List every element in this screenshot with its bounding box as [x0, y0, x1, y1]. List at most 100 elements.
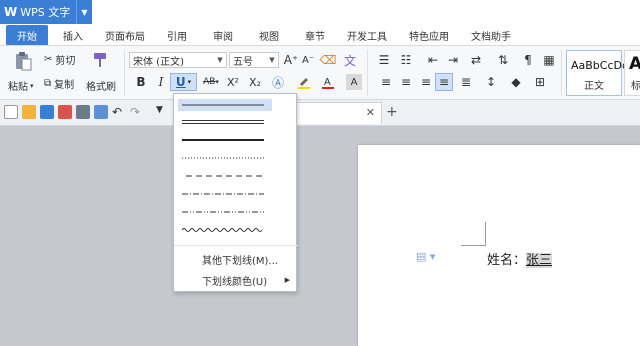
more-underlines-item[interactable]: 其他下划线(M)... — [174, 250, 298, 268]
underline-option-double[interactable] — [182, 116, 272, 128]
menu-separator — [174, 245, 298, 246]
app-menu-button[interactable]: W WPS 文字 ▼ — [0, 0, 92, 24]
format-painter-icon[interactable] — [90, 50, 110, 70]
italic-button[interactable]: I — [153, 74, 169, 90]
shading-icon[interactable]: ◆ — [508, 74, 524, 90]
copy-label: 复制 — [54, 80, 75, 91]
borders-icon[interactable]: ⊞ — [532, 74, 548, 90]
copy-button[interactable]: ⧉ 复制 — [44, 76, 74, 91]
customize-toolbar-chevron-icon[interactable]: ▼ — [156, 105, 170, 119]
app-menu-chevron-icon[interactable]: ▼ — [76, 0, 92, 24]
highlight-color-button[interactable] — [296, 74, 312, 90]
style-sample: Aa — [629, 54, 640, 74]
underline-label: U — [175, 75, 186, 89]
char-shading-icon[interactable]: A — [346, 74, 362, 90]
chevron-down-icon: ▼ — [217, 56, 223, 64]
align-right-icon[interactable]: ≡ — [418, 74, 434, 90]
wps-logo-icon: W — [4, 5, 18, 19]
align-left-icon[interactable]: ≡ — [378, 74, 394, 90]
sort-icon[interactable]: ⇅ — [495, 52, 511, 68]
underline-option-dash-dot[interactable] — [182, 188, 272, 200]
underline-option-wavy[interactable] — [182, 224, 272, 236]
shrink-font-icon[interactable]: A⁻ — [300, 52, 316, 68]
tab-page-layout[interactable]: 页面布局 — [94, 25, 156, 45]
phonetic-icon[interactable]: 文 — [342, 52, 358, 68]
document-page[interactable] — [358, 145, 640, 346]
numbering-icon[interactable]: ☷ — [398, 52, 414, 68]
new-tab-plus-icon[interactable]: + — [386, 104, 398, 120]
margin-corner-mark — [461, 245, 485, 246]
export-pdf-icon[interactable] — [58, 105, 72, 119]
title-bar: W WPS 文字 ▼ — [0, 0, 640, 26]
document-text-line[interactable]: 姓名：张三 — [487, 249, 553, 268]
cut-label: 剪切 — [55, 56, 76, 67]
app-name: WPS 文字 — [20, 6, 71, 19]
grow-font-icon[interactable]: A⁺ — [283, 52, 299, 68]
underline-style-menu: 其他下划线(M)... 下划线颜色(U) ▶ — [173, 93, 298, 292]
ribbon-home: 粘贴 ▾ ✂ 剪切 ⧉ 复制 格式刷 宋体 (正文) ▼ 五号 ▼ A⁺ A⁻ ⌫ 文 B… — [0, 46, 640, 100]
bold-button[interactable]: B — [133, 74, 149, 90]
paragraph-layout-icon[interactable]: ▤ ▾ — [416, 250, 435, 263]
underline-option-dashed[interactable] — [182, 170, 272, 182]
chevron-down-icon: ▾ — [187, 78, 192, 86]
underline-option-single[interactable] — [178, 99, 272, 111]
open-folder-icon[interactable] — [22, 105, 36, 119]
font-color-button[interactable]: A — [320, 74, 336, 90]
justify-icon[interactable]: ≡ — [435, 73, 453, 91]
strikethrough-label: AB — [203, 77, 216, 87]
paste-button[interactable]: 粘贴 ▾ — [8, 78, 34, 94]
ribbon-separator — [561, 50, 562, 96]
distribute-icon[interactable]: ≣ — [458, 74, 474, 90]
decrease-indent-icon[interactable]: ⇤ — [425, 52, 441, 68]
show-marks-icon[interactable]: ¶ — [520, 52, 536, 68]
tab-developer[interactable]: 开发工具 — [336, 25, 398, 45]
bullets-icon[interactable]: ☰ — [376, 52, 392, 68]
tab-insert[interactable]: 插入 — [52, 25, 94, 45]
print-icon[interactable] — [76, 105, 90, 119]
tab-home[interactable]: 开始 — [6, 25, 48, 45]
format-painter-button[interactable]: 格式刷 — [86, 78, 116, 93]
underline-color-item[interactable]: 下划线颜色(U) ▶ — [174, 271, 298, 289]
style-name: 标 — [631, 81, 640, 92]
underline-option-dash-dot-dot[interactable] — [182, 206, 272, 218]
font-name-combo[interactable]: 宋体 (正文) ▼ — [129, 52, 227, 68]
cut-button[interactable]: ✂ 剪切 — [44, 52, 75, 67]
style-heading[interactable]: Aa 标 — [624, 50, 640, 96]
underline-button[interactable]: U ▾ — [170, 73, 197, 91]
wps-writer-window: W WPS 文字 ▼ 开始 插入 页面布局 引用 审阅 视图 章节 开发工具 特… — [0, 0, 640, 346]
paste-icon[interactable] — [12, 50, 34, 72]
line-spacing-icon[interactable]: ↕ — [483, 74, 499, 90]
undo-icon[interactable]: ↶ — [112, 105, 126, 119]
redo-icon[interactable]: ↷ — [130, 105, 144, 119]
style-normal[interactable]: AaBbCcDd 正文 — [566, 50, 629, 96]
scissors-icon: ✂ — [44, 54, 53, 65]
name-value-selected[interactable]: 张三 — [526, 253, 553, 268]
align-center-icon[interactable]: ≡ — [398, 74, 414, 90]
increase-indent-icon[interactable]: ⇥ — [445, 52, 461, 68]
ribbon-separator — [124, 50, 125, 96]
tab-special[interactable]: 特色应用 — [398, 25, 460, 45]
ribbon-tabs: 开始 插入 页面布局 引用 审阅 视图 章节 开发工具 特色应用 文档助手 — [0, 25, 640, 46]
text-effect-icon[interactable]: Ⓐ — [270, 74, 286, 90]
tab-view[interactable]: 视图 — [248, 25, 290, 45]
tab-doc-assistant[interactable]: 文档助手 — [460, 25, 522, 45]
underline-option-thick[interactable] — [182, 134, 272, 146]
underline-color-label: 下划线颜色(U) — [202, 276, 268, 288]
table-grid-icon[interactable]: ▦ — [541, 52, 557, 68]
subscript-button[interactable]: X₂ — [246, 74, 264, 90]
print-preview-icon[interactable] — [94, 105, 108, 119]
clear-format-icon[interactable]: ⌫ — [320, 52, 337, 68]
svg-text:A: A — [324, 77, 331, 88]
font-size-combo[interactable]: 五号 ▼ — [229, 52, 279, 68]
document-tab[interactable]: ✕ — [290, 102, 382, 124]
save-icon[interactable] — [40, 105, 54, 119]
close-icon[interactable]: ✕ — [366, 106, 375, 119]
strikethrough-button[interactable]: AB ▾ — [199, 74, 223, 90]
new-doc-icon[interactable] — [4, 105, 18, 119]
chinese-layout-icon[interactable]: ⇄ — [468, 52, 484, 68]
tab-chapter[interactable]: 章节 — [294, 25, 336, 45]
underline-option-dotted[interactable] — [182, 152, 272, 164]
superscript-button[interactable]: X² — [224, 74, 242, 90]
tab-review[interactable]: 审阅 — [202, 25, 244, 45]
tab-references[interactable]: 引用 — [156, 25, 198, 45]
